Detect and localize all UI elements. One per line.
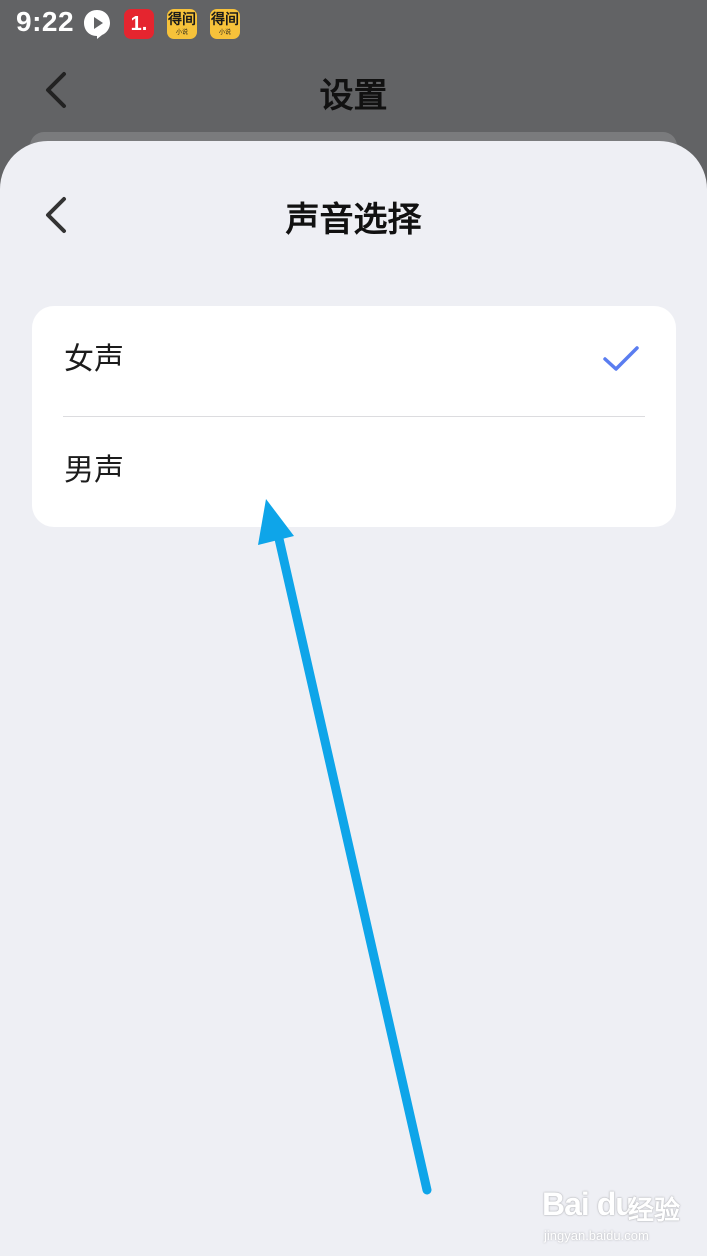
red-app-icon: 1. — [124, 9, 154, 39]
red-app-icon-text: 1. — [130, 13, 148, 35]
background-page-title: 设置 — [319, 76, 388, 116]
novel-app-icon-subtext: 小说 — [175, 29, 188, 36]
novel-app-icon-2-text: 得间 — [211, 12, 239, 28]
sheet-title: 声音选择 — [285, 200, 422, 240]
status-bar: 9:22 1. 得间 小说 得间 小说 — [0, 0, 707, 50]
novel-app-icon-2-subtext: 小说 — [218, 29, 231, 36]
watermark-brand: 经验 — [628, 1196, 681, 1226]
novel-app-icon-text: 得间 — [168, 12, 196, 28]
option-male-voice-label: 男声 — [64, 453, 124, 488]
option-female-voice-label: 女声 — [64, 342, 124, 377]
baidu-jingyan-watermark: Bai du 经验 jingyan.baidu.com — [542, 1180, 702, 1250]
status-time: 9:22 — [16, 6, 75, 37]
watermark-url: jingyan.baidu.com — [544, 1228, 649, 1243]
novel-app-icon-2: 得间 小说 — [210, 9, 240, 39]
option-female-voice[interactable]: 女声 — [32, 306, 676, 416]
voice-options-card: 女声 男声 — [32, 306, 676, 527]
novel-app-icon: 得间 小说 — [167, 9, 197, 39]
checkmark-icon — [603, 346, 639, 371]
play-app-icon — [84, 10, 110, 39]
watermark-logo: Bai du — [542, 1186, 635, 1222]
option-male-voice[interactable]: 男声 — [32, 417, 676, 527]
